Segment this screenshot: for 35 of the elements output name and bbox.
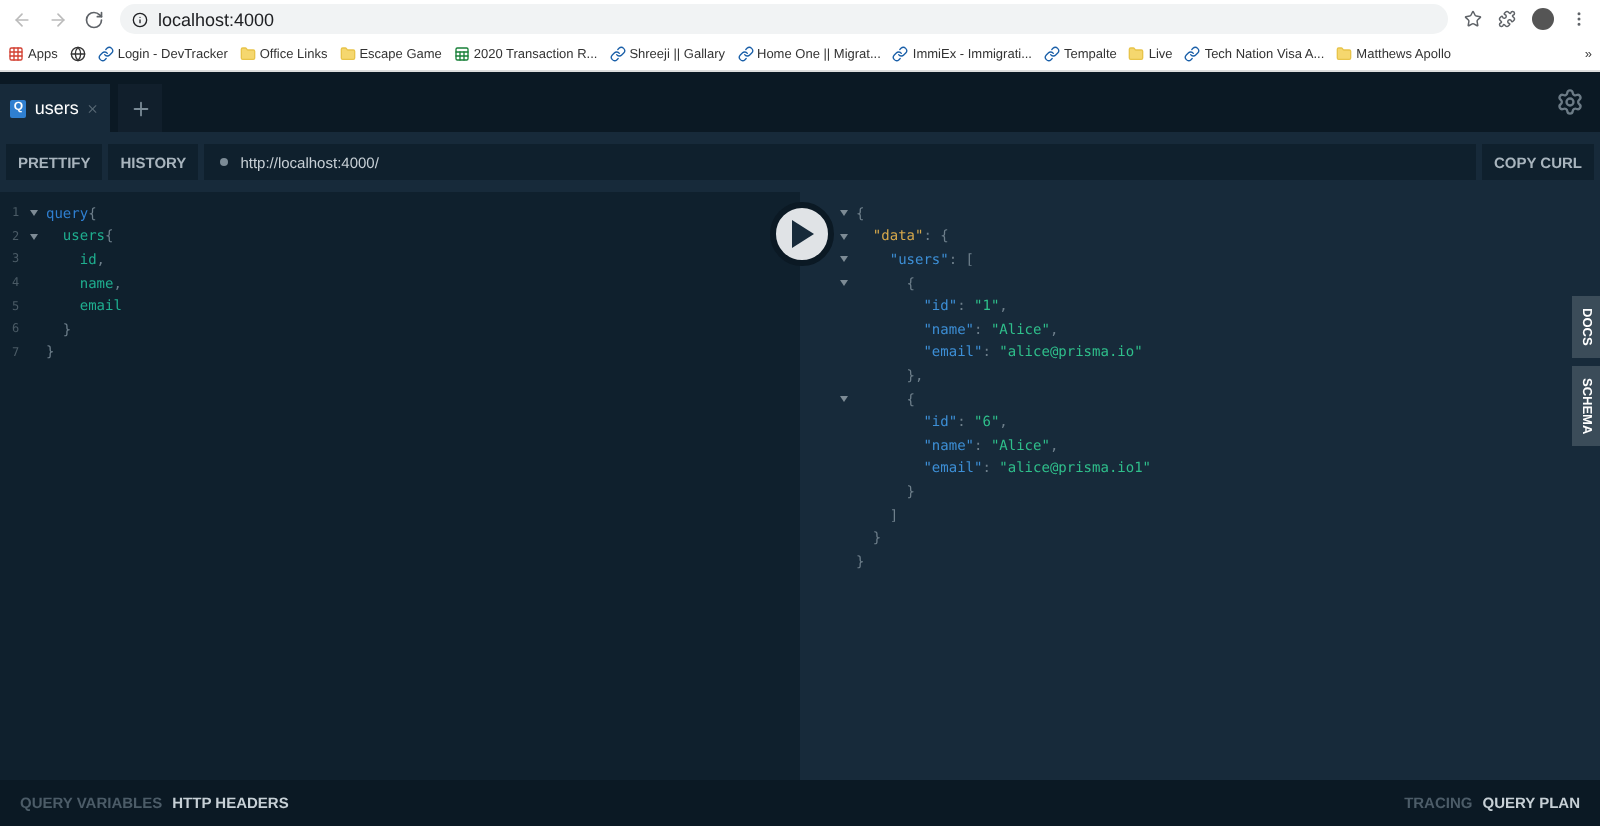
link-icon: [1044, 46, 1060, 62]
link-icon: [609, 46, 626, 62]
close-icon[interactable]: [86, 101, 100, 115]
star-icon[interactable]: [1464, 10, 1482, 28]
reload-icon[interactable]: [84, 9, 104, 29]
link-icon: [892, 46, 909, 62]
avatar-icon[interactable]: [1532, 8, 1554, 30]
bookmark[interactable]: [69, 46, 86, 62]
address-bar[interactable]: localhost:4000: [120, 4, 1448, 34]
fold-icon[interactable]: [30, 233, 38, 240]
folder-icon: [339, 46, 356, 62]
fold-icon[interactable]: [840, 280, 848, 287]
fold-icon[interactable]: [840, 233, 848, 240]
settings-icon[interactable]: [1556, 88, 1584, 116]
status-dot-icon: [220, 158, 229, 166]
link-icon: [97, 46, 114, 62]
fold-icon[interactable]: [30, 210, 38, 217]
fold-icon[interactable]: [840, 396, 848, 403]
new-tab-button[interactable]: [118, 84, 162, 132]
globe-icon: [69, 46, 86, 62]
puzzle-icon[interactable]: [1498, 10, 1516, 28]
tab-label: users: [34, 98, 79, 118]
fold-icon[interactable]: [840, 210, 848, 217]
sheet-icon: [453, 46, 470, 62]
folder-icon: [1128, 46, 1145, 62]
plus-icon: [129, 97, 151, 119]
apps-icon: [8, 46, 24, 62]
folder-icon: [1336, 46, 1353, 62]
play-icon: [790, 220, 814, 248]
link-icon: [1184, 46, 1201, 62]
folder-icon: [239, 46, 256, 62]
fold-icon[interactable]: [840, 256, 848, 263]
address-text: localhost:4000: [158, 9, 275, 29]
link-icon: [737, 46, 753, 62]
info-icon: [132, 11, 148, 27]
